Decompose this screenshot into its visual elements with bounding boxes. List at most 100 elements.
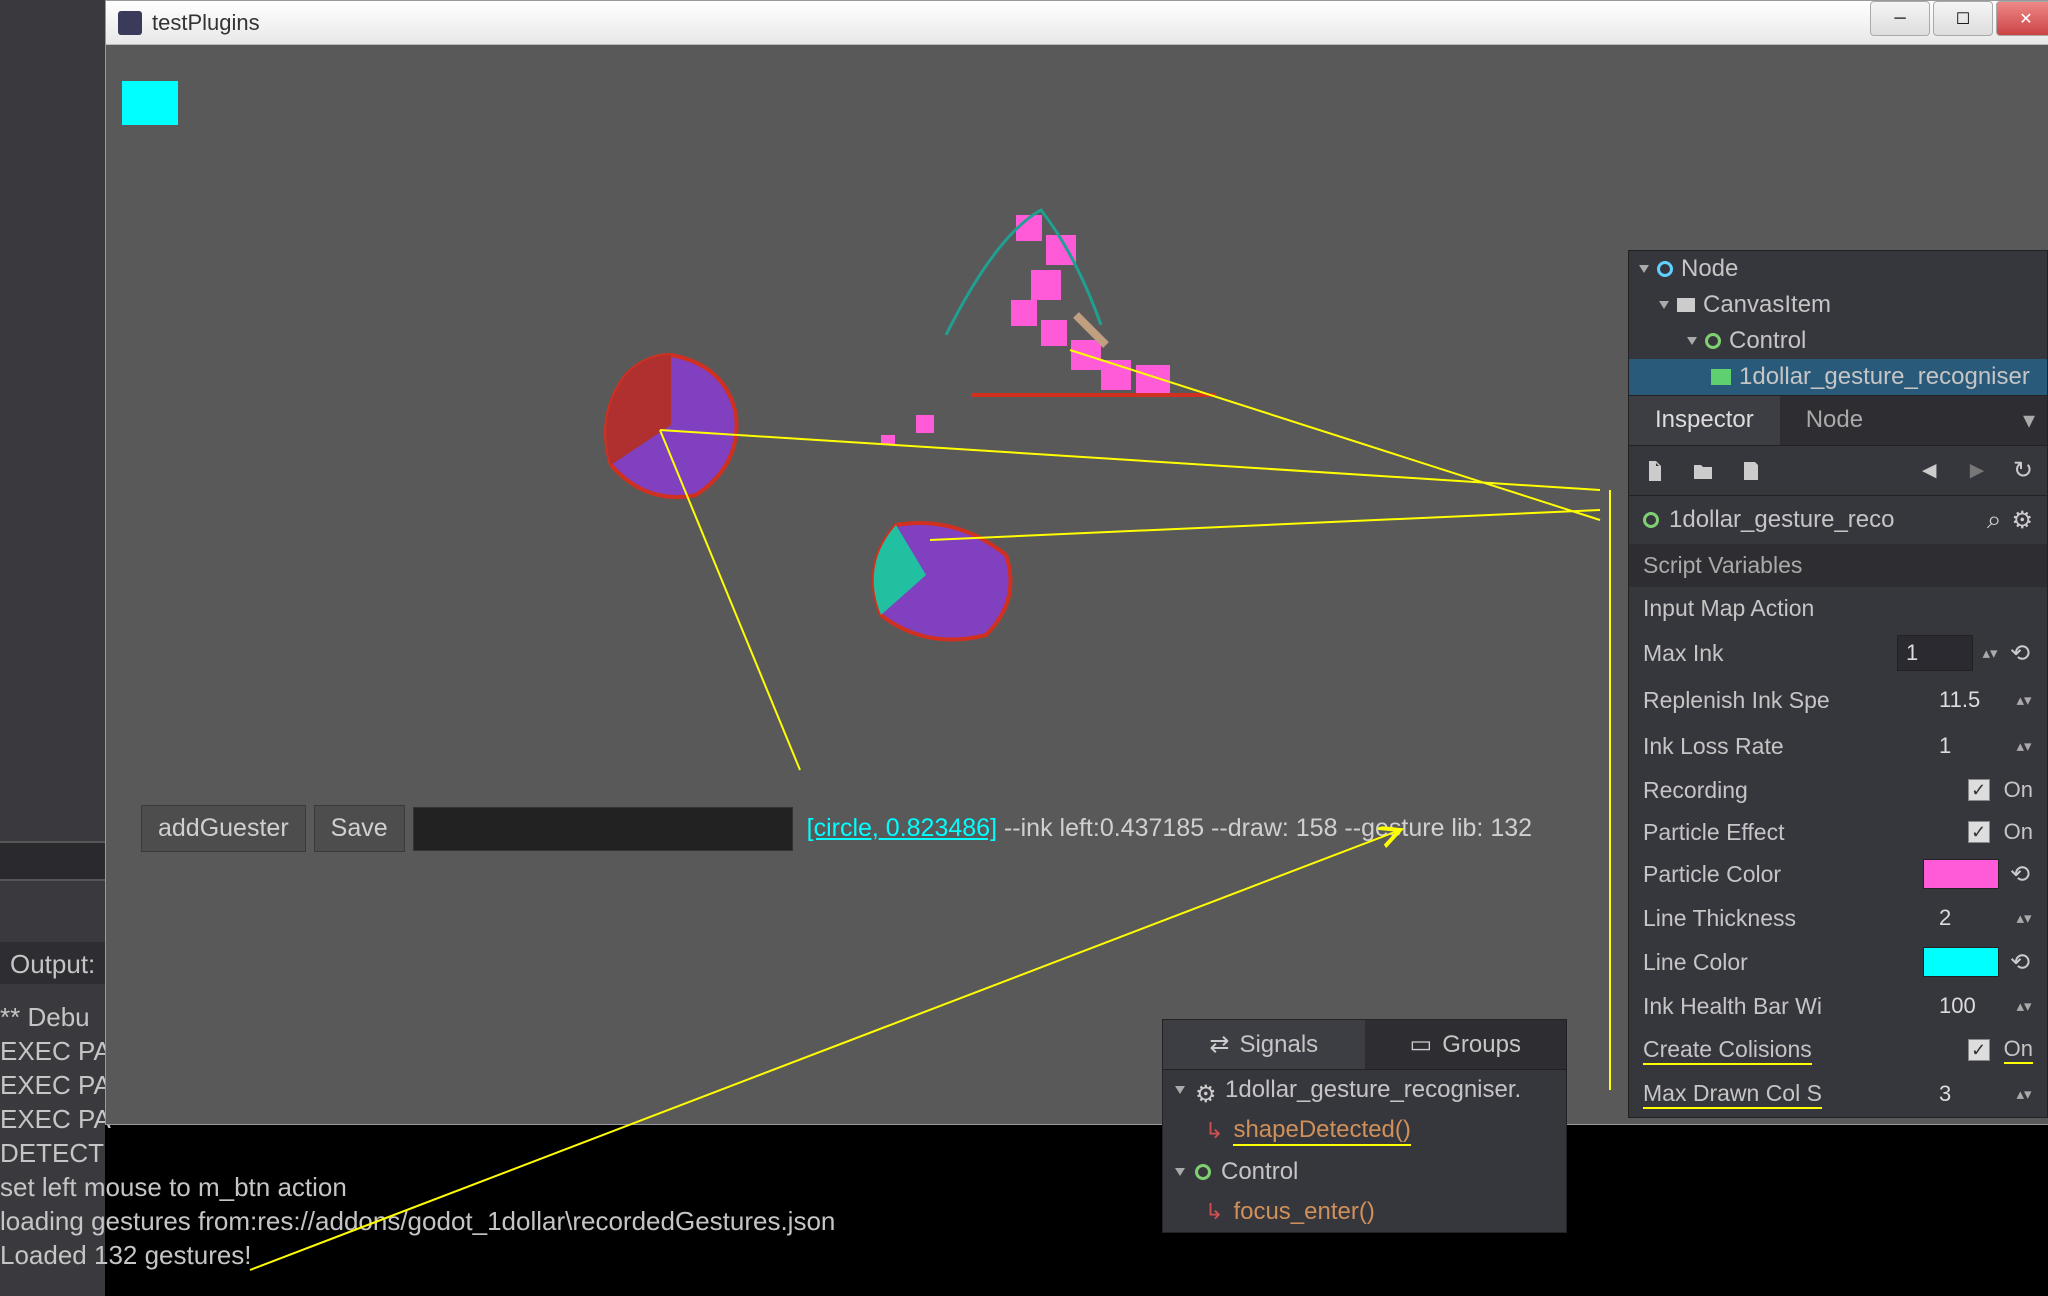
prop-create-collisions[interactable]: Create Colisions ✓ On xyxy=(1629,1029,2047,1071)
prop-particle-effect[interactable]: Particle Effect ✓ On xyxy=(1629,811,2047,853)
titlebar[interactable]: testPlugins ─ ☐ ✕ xyxy=(106,1,2048,45)
signal-node-row[interactable]: ⚙ 1dollar_gesture_recogniser. xyxy=(1163,1070,1566,1110)
reset-icon[interactable]: ⟲ xyxy=(2007,949,2033,975)
new-icon[interactable] xyxy=(1643,459,1667,483)
tab-groups[interactable]: ▭ Groups xyxy=(1365,1020,1567,1069)
hud-bar: addGuester Save [circle, 0.823486] --ink… xyxy=(141,805,1532,852)
signal-node: Control xyxy=(1221,1158,1298,1186)
inspector-panel: Node CanvasItem Control 1dollar_gesture_… xyxy=(1628,250,2048,1118)
checkbox[interactable]: ✓ xyxy=(1968,1039,1990,1061)
log-line: loading gestures from:res://addons/godot… xyxy=(0,1204,900,1238)
prop-label: Line Thickness xyxy=(1643,905,1923,932)
control-icon xyxy=(1643,512,1659,528)
prop-particle-color[interactable]: Particle Color ⟲ xyxy=(1629,853,2047,895)
signal-method-row[interactable]: ↳ focus_enter() xyxy=(1163,1192,1566,1232)
prop-label: Particle Color xyxy=(1643,861,1915,888)
tab-inspector[interactable]: Inspector xyxy=(1629,396,1780,445)
reset-icon[interactable]: ⟲ xyxy=(2007,861,2033,887)
prop-max-drawn[interactable]: Max Drawn Col S 3 ▴▾ xyxy=(1629,1071,2047,1117)
spinner-icon[interactable]: ▴▾ xyxy=(2015,691,2033,709)
open-icon[interactable] xyxy=(1691,459,1715,483)
prop-health-bar[interactable]: Ink Health Bar Wi 100 ▴▾ xyxy=(1629,983,2047,1029)
prop-loss[interactable]: Ink Loss Rate 1 ▴▾ xyxy=(1629,723,2047,769)
checkbox[interactable]: ✓ xyxy=(1968,779,1990,801)
node-name: 1dollar_gesture_reco xyxy=(1669,506,1977,534)
spinner-icon[interactable]: ▴▾ xyxy=(2015,909,2033,927)
prop-label: Replenish Ink Spe xyxy=(1643,687,1923,714)
tree-label: Node xyxy=(1681,255,1738,283)
maximize-button[interactable]: ☐ xyxy=(1933,1,1993,36)
window-controls: ─ ☐ ✕ xyxy=(1867,1,2048,36)
save-button[interactable]: Save xyxy=(314,805,405,852)
add-gesture-button[interactable]: addGuester xyxy=(141,805,306,852)
prop-line-color[interactable]: Line Color ⟲ xyxy=(1629,941,2047,983)
color-swatch[interactable] xyxy=(1923,947,1999,977)
spinner-icon[interactable]: ▴▾ xyxy=(2015,1085,2033,1103)
tree-label: CanvasItem xyxy=(1703,291,1831,319)
signal-node-row[interactable]: Control xyxy=(1163,1152,1566,1192)
brush-icon xyxy=(1677,298,1695,312)
prop-value-input[interactable] xyxy=(1897,635,1973,671)
window-title: testPlugins xyxy=(152,10,260,36)
color-swatch[interactable] xyxy=(1923,859,1999,889)
ink-bar xyxy=(122,81,178,125)
caret-icon xyxy=(1687,337,1697,345)
minimize-button[interactable]: ─ xyxy=(1870,1,1930,36)
drawn-shape xyxy=(846,505,1036,655)
node-icon xyxy=(1657,261,1673,277)
prop-value[interactable]: 2 xyxy=(1931,901,2007,935)
caret-icon xyxy=(1175,1086,1185,1094)
prop-label: Line Color xyxy=(1643,949,1915,976)
drawn-shape xyxy=(586,345,756,515)
log-line: DETECT xyxy=(0,1136,900,1170)
prop-recording[interactable]: Recording ✓ On xyxy=(1629,769,2047,811)
checkbox[interactable]: ✓ xyxy=(1968,821,1990,843)
status-rest: --ink left:0.437185 --draw: 158 --gestur… xyxy=(997,814,1532,842)
tree-canvasitem[interactable]: CanvasItem xyxy=(1629,287,2047,323)
prop-value[interactable]: 100 xyxy=(1931,989,2007,1023)
inspector-toolbar: ◄ ► ↻ xyxy=(1629,446,2047,496)
prop-replenish[interactable]: Replenish Ink Spe 11.5 ▴▾ xyxy=(1629,677,2047,723)
reset-icon[interactable]: ⟲ xyxy=(2007,640,2033,666)
signal-arrow-icon: ↳ xyxy=(1205,1199,1223,1225)
panel-tabs: Inspector Node ▾ xyxy=(1629,395,2047,446)
prop-label: Input Map Action xyxy=(1643,595,2033,622)
history-icon[interactable]: ↻ xyxy=(2013,456,2033,485)
history-fwd-icon[interactable]: ► xyxy=(1965,457,1989,485)
tab-label: Groups xyxy=(1442,1031,1521,1059)
log-line: set left mouse to m_btn action xyxy=(0,1170,900,1204)
prop-value[interactable]: 1 xyxy=(1931,729,2007,763)
prop-input-map[interactable]: Input Map Action xyxy=(1629,587,2047,629)
signal-method-row[interactable]: ↳ shapeDetected() xyxy=(1163,1110,1566,1152)
prop-max-ink[interactable]: Max Ink ▴▾ ⟲ xyxy=(1629,629,2047,677)
gesture-name-input[interactable] xyxy=(413,807,793,851)
prop-line-thickness[interactable]: Line Thickness 2 ▴▾ xyxy=(1629,895,2047,941)
tree-node[interactable]: Node xyxy=(1629,251,2047,287)
log-line: Loaded 132 gestures! xyxy=(0,1238,900,1272)
prop-label: Max Ink xyxy=(1643,640,1889,667)
tab-label: Signals xyxy=(1239,1031,1318,1059)
close-button[interactable]: ✕ xyxy=(1996,1,2048,36)
prop-value[interactable]: 11.5 xyxy=(1931,683,2007,717)
history-back-icon[interactable]: ◄ xyxy=(1917,457,1941,485)
tab-dropdown[interactable]: ▾ xyxy=(2011,396,2047,445)
spinner-icon[interactable]: ▴▾ xyxy=(2015,737,2033,755)
output-header: Output: xyxy=(0,942,105,984)
spinner-icon[interactable]: ▴▾ xyxy=(1981,644,1999,662)
search-icon[interactable]: ⌕ xyxy=(1987,504,2002,536)
tree-recogniser[interactable]: 1dollar_gesture_recogniser xyxy=(1629,359,2047,395)
signal-node: 1dollar_gesture_recogniser. xyxy=(1225,1076,1521,1104)
check-label: On xyxy=(2004,777,2033,803)
tab-signals[interactable]: ⇄ Signals xyxy=(1163,1020,1365,1069)
editor-divider xyxy=(0,841,105,881)
tab-node[interactable]: Node xyxy=(1780,396,1889,445)
section-script-vars: Script Variables xyxy=(1629,544,2047,587)
save-icon[interactable] xyxy=(1739,459,1763,483)
caret-icon xyxy=(1175,1168,1185,1176)
gear-icon[interactable]: ⚙ xyxy=(2011,506,2033,535)
tree-control[interactable]: Control xyxy=(1629,323,2047,359)
check-label: On xyxy=(2004,1036,2033,1064)
spinner-icon[interactable]: ▴▾ xyxy=(2015,997,2033,1015)
caret-icon xyxy=(1639,265,1649,273)
prop-value[interactable]: 3 xyxy=(1931,1077,2007,1111)
